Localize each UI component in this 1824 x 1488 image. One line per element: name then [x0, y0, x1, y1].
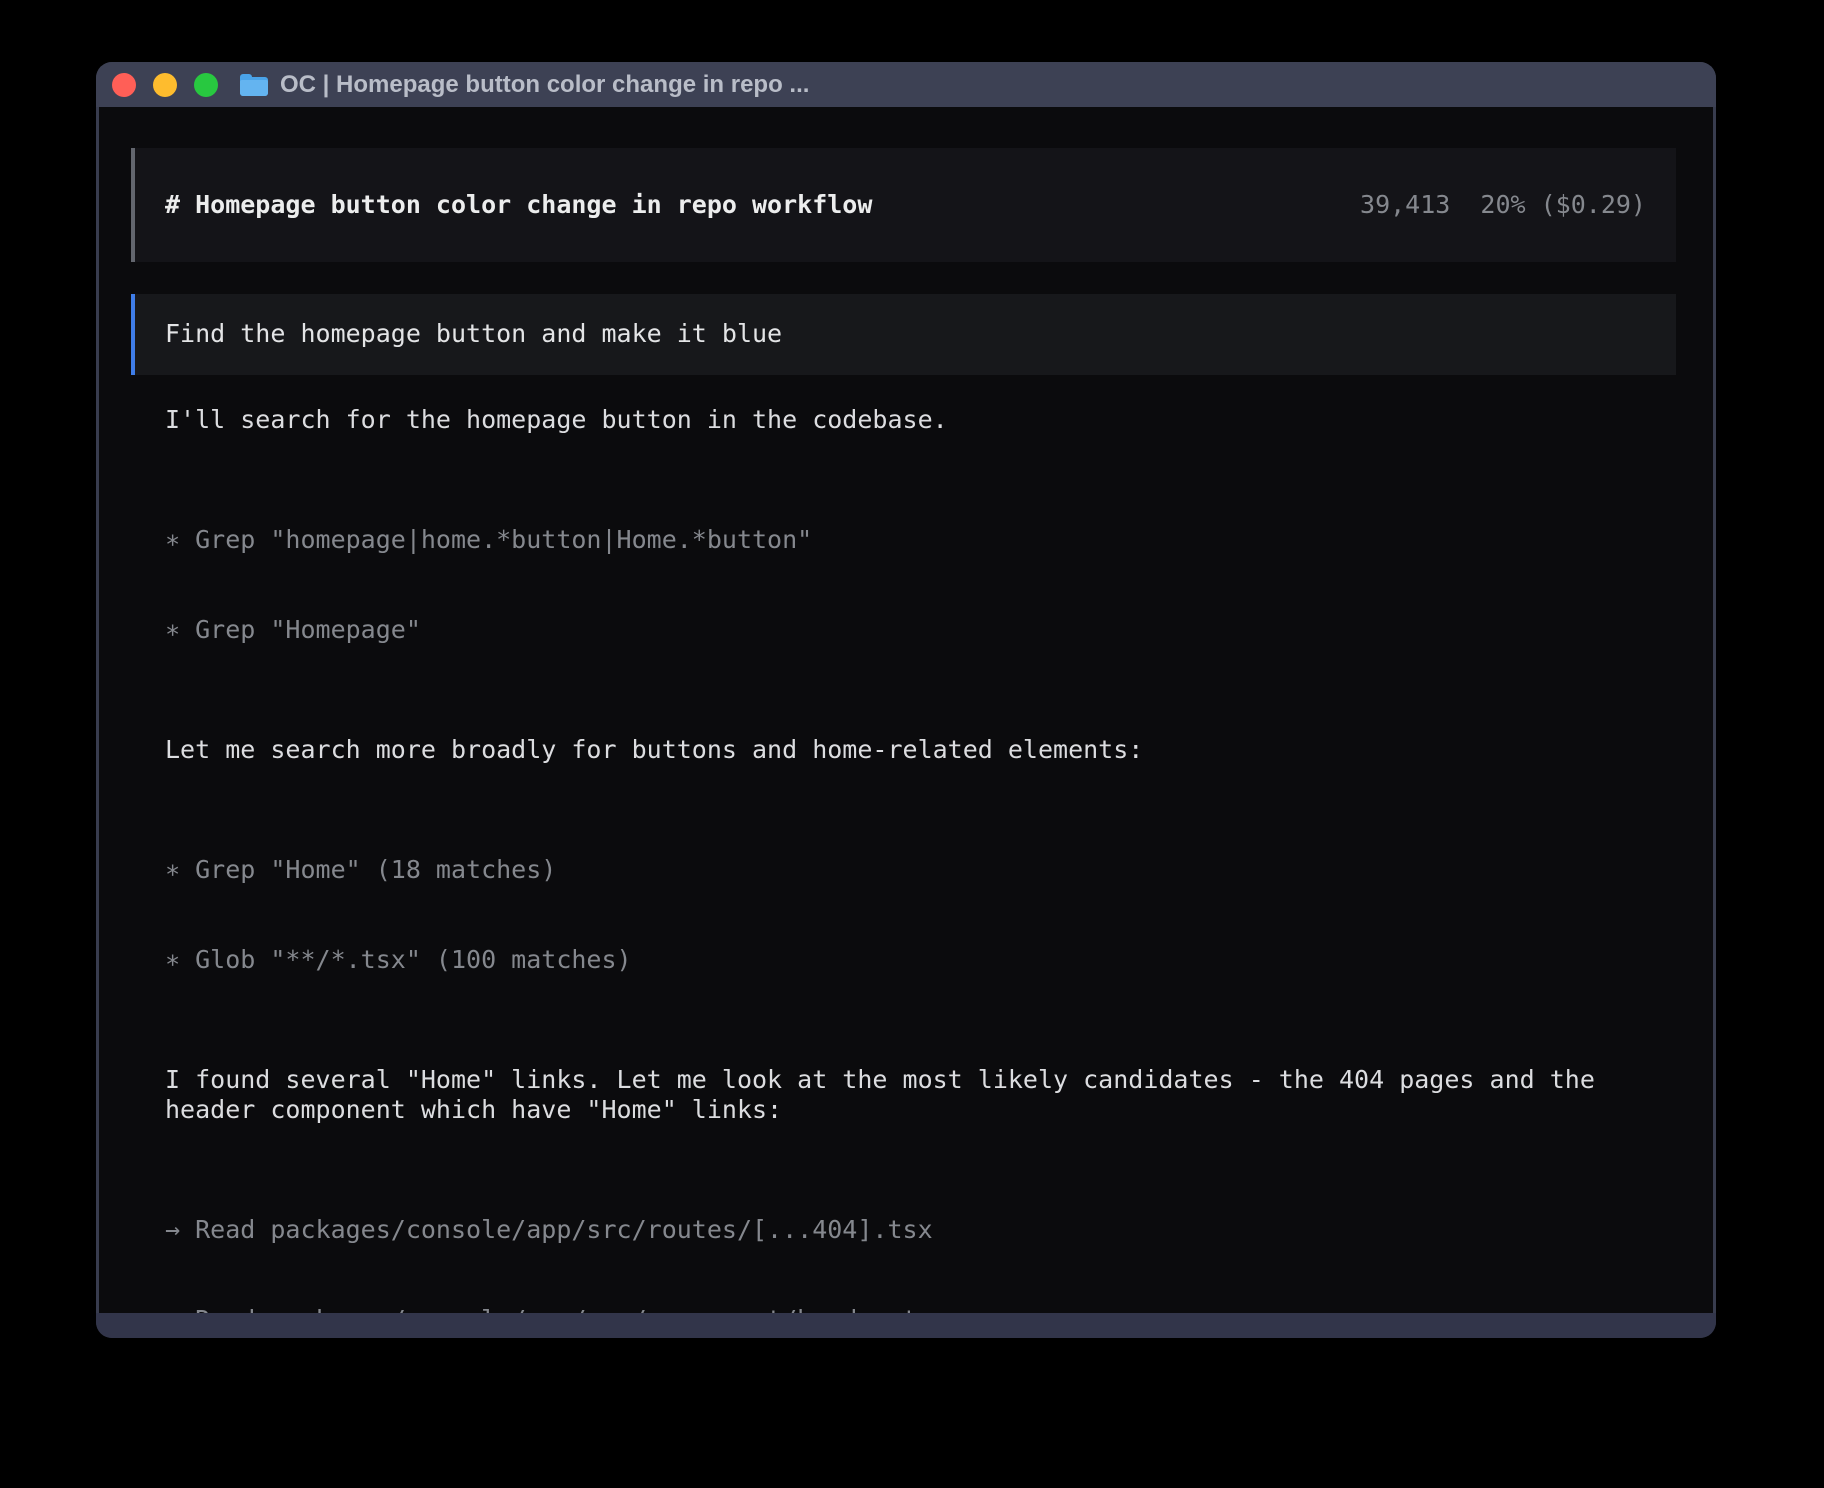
minimize-button[interactable]	[153, 73, 177, 97]
assistant-paragraph: I'll search for the homepage button in t…	[165, 405, 1676, 435]
window-title: OC | Homepage button color change in rep…	[280, 71, 809, 99]
tool-call: ∗ Grep "Homepage"	[165, 615, 1676, 645]
session-stats: 39,413 20% ($0.29)	[1360, 190, 1646, 220]
assistant-paragraph: I found several "Home" links. Let me loo…	[165, 1065, 1676, 1125]
tool-call-list: ∗ Grep "Home" (18 matches) ∗ Glob "**/*.…	[165, 795, 1676, 1035]
close-button[interactable]	[112, 73, 136, 97]
session-header: # Homepage button color change in repo w…	[131, 148, 1676, 262]
zoom-button[interactable]	[194, 73, 218, 97]
assistant-paragraph: Let me search more broadly for buttons a…	[165, 735, 1676, 765]
terminal-window: OC | Homepage button color change in rep…	[96, 62, 1716, 1338]
tool-call-list: ∗ Grep "homepage|home.*button|Home.*butt…	[165, 465, 1676, 705]
tool-call: ∗ Glob "**/*.tsx" (100 matches)	[165, 945, 1676, 975]
user-message-text: Find the homepage button and make it blu…	[165, 319, 782, 348]
context-usage: 20% ($0.29)	[1480, 190, 1646, 219]
window-bottom-edge	[96, 1313, 1716, 1338]
traffic-lights	[112, 73, 218, 97]
folder-icon	[240, 74, 268, 96]
user-message: Find the homepage button and make it blu…	[131, 294, 1676, 375]
tool-call: ∗ Grep "Home" (18 matches)	[165, 855, 1676, 885]
session-scroll-area[interactable]: # Homepage button color change in repo w…	[99, 107, 1713, 1313]
token-count: 39,413	[1360, 190, 1450, 219]
tool-call: → Read packages/console/app/src/routes/[…	[165, 1215, 1676, 1245]
tool-call-list: → Read packages/console/app/src/routes/[…	[165, 1155, 1676, 1313]
assistant-response: I'll search for the homepage button in t…	[165, 405, 1676, 1313]
session-title: # Homepage button color change in repo w…	[165, 190, 872, 220]
title-bar[interactable]: OC | Homepage button color change in rep…	[96, 62, 1716, 107]
tool-call: ∗ Grep "homepage|home.*button|Home.*butt…	[165, 525, 1676, 555]
window-title-group: OC | Homepage button color change in rep…	[240, 71, 809, 99]
tool-call: → Read packages/console/app/src/componen…	[165, 1305, 1676, 1313]
terminal-content: # Homepage button color change in repo w…	[99, 107, 1713, 1313]
